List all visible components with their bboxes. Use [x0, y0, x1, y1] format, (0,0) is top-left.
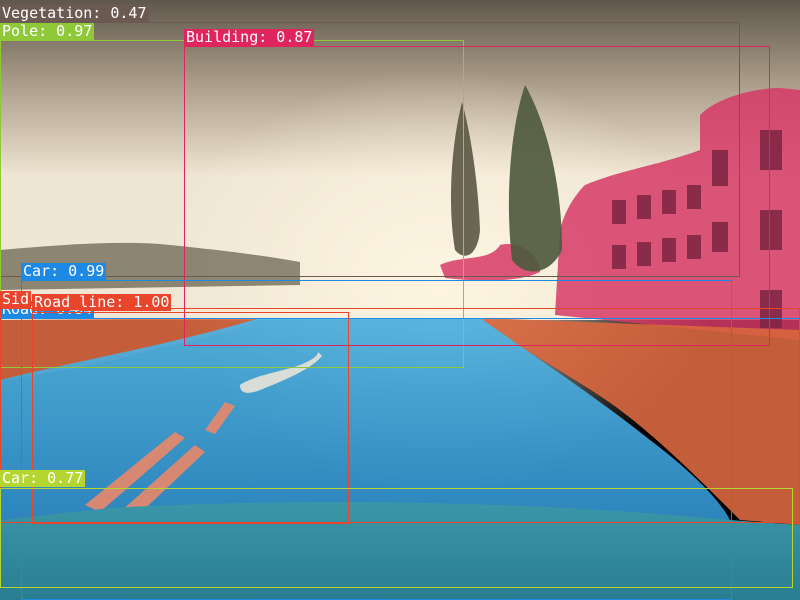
detection-label-car-1: Car: 0.99 — [21, 262, 107, 280]
detection-label-car-2: Car: 0.77 — [0, 469, 86, 487]
detection-label-pole: Pole: 0.97 — [0, 22, 95, 40]
detection-label-sidewalk: Sid — [0, 290, 32, 308]
detection-label-road-line: Road_line: 1.00 — [32, 293, 172, 311]
segmentation-view: Vegetation: 0.47 Pole: 0.97 Building: 0.… — [0, 0, 800, 600]
car-hood — [0, 502, 800, 600]
detection-label-vegetation: Vegetation: 0.47 — [0, 4, 149, 22]
detection-label-building: Building: 0.87 — [184, 28, 315, 46]
